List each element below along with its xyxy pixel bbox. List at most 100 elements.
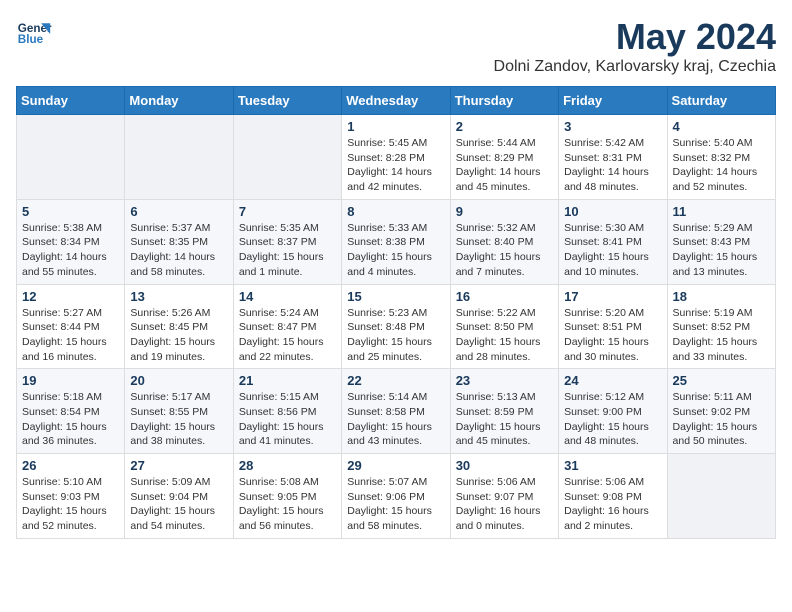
calendar-cell: 4 Sunrise: 5:40 AM Sunset: 8:32 PM Daylig… xyxy=(667,115,775,200)
calendar-cell xyxy=(17,115,125,200)
calendar-cell: 6 Sunrise: 5:37 AM Sunset: 8:35 PM Daylig… xyxy=(125,199,233,284)
day-header-tuesday: Tuesday xyxy=(233,87,341,115)
calendar-week-5: 26 Sunrise: 5:10 AM Sunset: 9:03 PM Dayli… xyxy=(17,454,776,539)
svg-text:Blue: Blue xyxy=(18,33,44,46)
calendar-cell: 31 Sunrise: 5:06 AM Sunset: 9:08 PM Dayli… xyxy=(559,454,667,539)
month-title: May 2024 xyxy=(494,16,776,58)
day-number: 29 xyxy=(347,458,444,473)
calendar-cell: 2Sunrise: 5:44 AM Sunset: 8:29 PM Daylig… xyxy=(450,115,558,200)
day-info: Sunrise: 5:23 AM Sunset: 8:48 PM Dayligh… xyxy=(347,306,444,365)
day-number: 15 xyxy=(347,289,444,304)
day-number: 9 xyxy=(456,204,553,219)
day-info: Sunrise: 5:11 AM Sunset: 9:02 PM Dayligh… xyxy=(673,390,770,449)
calendar-cell: 25 Sunrise: 5:11 AM Sunset: 9:02 PM Dayli… xyxy=(667,369,775,454)
day-info: Sunrise: 5:32 AM Sunset: 8:40 PM Dayligh… xyxy=(456,221,553,280)
logo-icon: General Blue xyxy=(16,16,52,52)
day-number: 1 xyxy=(347,119,444,134)
day-info: Sunrise: 5:17 AM Sunset: 8:55 PM Dayligh… xyxy=(130,390,227,449)
calendar-table: SundayMondayTuesdayWednesdayThursdayFrid… xyxy=(16,86,776,539)
day-number: 17 xyxy=(564,289,661,304)
calendar-cell: 29 Sunrise: 5:07 AM Sunset: 9:06 PM Dayli… xyxy=(342,454,450,539)
day-number: 22 xyxy=(347,373,444,388)
day-number: 16 xyxy=(456,289,553,304)
day-info: Sunrise: 5:06 AM Sunset: 9:08 PM Dayligh… xyxy=(564,475,661,534)
calendar-week-3: 12 Sunrise: 5:27 AM Sunset: 8:44 PM Dayli… xyxy=(17,284,776,369)
calendar-week-2: 5Sunrise: 5:38 AM Sunset: 8:34 PM Daylig… xyxy=(17,199,776,284)
title-block: May 2024 Dolni Zandov, Karlovarsky kraj,… xyxy=(494,16,776,76)
day-number: 31 xyxy=(564,458,661,473)
calendar-cell: 24 Sunrise: 5:12 AM Sunset: 9:00 PM Dayli… xyxy=(559,369,667,454)
day-info: Sunrise: 5:29 AM Sunset: 8:43 PM Dayligh… xyxy=(673,221,770,280)
day-info: Sunrise: 5:12 AM Sunset: 9:00 PM Dayligh… xyxy=(564,390,661,449)
calendar-cell: 20 Sunrise: 5:17 AM Sunset: 8:55 PM Dayli… xyxy=(125,369,233,454)
day-info: Sunrise: 5:24 AM Sunset: 8:47 PM Dayligh… xyxy=(239,306,336,365)
day-number: 19 xyxy=(22,373,119,388)
day-info: Sunrise: 5:30 AM Sunset: 8:41 PM Dayligh… xyxy=(564,221,661,280)
day-info: Sunrise: 5:27 AM Sunset: 8:44 PM Dayligh… xyxy=(22,306,119,365)
day-info: Sunrise: 5:33 AM Sunset: 8:38 PM Dayligh… xyxy=(347,221,444,280)
day-number: 4 xyxy=(673,119,770,134)
day-info: Sunrise: 5:20 AM Sunset: 8:51 PM Dayligh… xyxy=(564,306,661,365)
calendar-cell: 3Sunrise: 5:42 AM Sunset: 8:31 PM Daylig… xyxy=(559,115,667,200)
calendar-cell: 11 Sunrise: 5:29 AM Sunset: 8:43 PM Dayli… xyxy=(667,199,775,284)
day-header-saturday: Saturday xyxy=(667,87,775,115)
day-info: Sunrise: 5:19 AM Sunset: 8:52 PM Dayligh… xyxy=(673,306,770,365)
day-number: 3 xyxy=(564,119,661,134)
day-number: 26 xyxy=(22,458,119,473)
calendar-cell: 1Sunrise: 5:45 AM Sunset: 8:28 PM Daylig… xyxy=(342,115,450,200)
day-number: 10 xyxy=(564,204,661,219)
day-header-wednesday: Wednesday xyxy=(342,87,450,115)
calendar-cell: 12 Sunrise: 5:27 AM Sunset: 8:44 PM Dayli… xyxy=(17,284,125,369)
location-subtitle: Dolni Zandov, Karlovarsky kraj, Czechia xyxy=(494,58,776,76)
day-number: 18 xyxy=(673,289,770,304)
day-number: 14 xyxy=(239,289,336,304)
day-number: 12 xyxy=(22,289,119,304)
calendar-cell: 9 Sunrise: 5:32 AM Sunset: 8:40 PM Daylig… xyxy=(450,199,558,284)
day-info: Sunrise: 5:07 AM Sunset: 9:06 PM Dayligh… xyxy=(347,475,444,534)
calendar-header-row: SundayMondayTuesdayWednesdayThursdayFrid… xyxy=(17,87,776,115)
calendar-cell: 7 Sunrise: 5:35 AM Sunset: 8:37 PM Daylig… xyxy=(233,199,341,284)
calendar-cell: 10 Sunrise: 5:30 AM Sunset: 8:41 PM Dayli… xyxy=(559,199,667,284)
day-number: 13 xyxy=(130,289,227,304)
day-info: Sunrise: 5:37 AM Sunset: 8:35 PM Dayligh… xyxy=(130,221,227,280)
calendar-cell: 18 Sunrise: 5:19 AM Sunset: 8:52 PM Dayli… xyxy=(667,284,775,369)
day-number: 7 xyxy=(239,204,336,219)
day-number: 25 xyxy=(673,373,770,388)
day-info: Sunrise: 5:06 AM Sunset: 9:07 PM Dayligh… xyxy=(456,475,553,534)
day-info: Sunrise: 5:13 AM Sunset: 8:59 PM Dayligh… xyxy=(456,390,553,449)
day-number: 8 xyxy=(347,204,444,219)
calendar-cell xyxy=(667,454,775,539)
logo: General Blue xyxy=(16,16,52,52)
calendar-cell: 27Sunrise: 5:09 AM Sunset: 9:04 PM Dayli… xyxy=(125,454,233,539)
day-number: 11 xyxy=(673,204,770,219)
calendar-cell: 17 Sunrise: 5:20 AM Sunset: 8:51 PM Dayli… xyxy=(559,284,667,369)
calendar-week-4: 19 Sunrise: 5:18 AM Sunset: 8:54 PM Dayli… xyxy=(17,369,776,454)
day-header-thursday: Thursday xyxy=(450,87,558,115)
calendar-cell: 21Sunrise: 5:15 AM Sunset: 8:56 PM Dayli… xyxy=(233,369,341,454)
day-number: 27 xyxy=(130,458,227,473)
day-info: Sunrise: 5:10 AM Sunset: 9:03 PM Dayligh… xyxy=(22,475,119,534)
day-number: 30 xyxy=(456,458,553,473)
calendar-cell: 26 Sunrise: 5:10 AM Sunset: 9:03 PM Dayli… xyxy=(17,454,125,539)
day-number: 6 xyxy=(130,204,227,219)
day-number: 28 xyxy=(239,458,336,473)
day-header-monday: Monday xyxy=(125,87,233,115)
day-header-sunday: Sunday xyxy=(17,87,125,115)
calendar-cell xyxy=(233,115,341,200)
page-header: General Blue May 2024 Dolni Zandov, Karl… xyxy=(16,16,776,76)
day-header-friday: Friday xyxy=(559,87,667,115)
day-info: Sunrise: 5:40 AM Sunset: 8:32 PM Dayligh… xyxy=(673,136,770,195)
calendar-cell: 19 Sunrise: 5:18 AM Sunset: 8:54 PM Dayli… xyxy=(17,369,125,454)
calendar-cell: 8 Sunrise: 5:33 AM Sunset: 8:38 PM Daylig… xyxy=(342,199,450,284)
calendar-cell: 23Sunrise: 5:13 AM Sunset: 8:59 PM Dayli… xyxy=(450,369,558,454)
day-info: Sunrise: 5:22 AM Sunset: 8:50 PM Dayligh… xyxy=(456,306,553,365)
day-number: 5 xyxy=(22,204,119,219)
day-info: Sunrise: 5:44 AM Sunset: 8:29 PM Dayligh… xyxy=(456,136,553,195)
calendar-week-1: 1Sunrise: 5:45 AM Sunset: 8:28 PM Daylig… xyxy=(17,115,776,200)
calendar-cell: 28Sunrise: 5:08 AM Sunset: 9:05 PM Dayli… xyxy=(233,454,341,539)
day-number: 20 xyxy=(130,373,227,388)
day-info: Sunrise: 5:35 AM Sunset: 8:37 PM Dayligh… xyxy=(239,221,336,280)
day-info: Sunrise: 5:18 AM Sunset: 8:54 PM Dayligh… xyxy=(22,390,119,449)
calendar-cell: 13Sunrise: 5:26 AM Sunset: 8:45 PM Dayli… xyxy=(125,284,233,369)
day-number: 24 xyxy=(564,373,661,388)
